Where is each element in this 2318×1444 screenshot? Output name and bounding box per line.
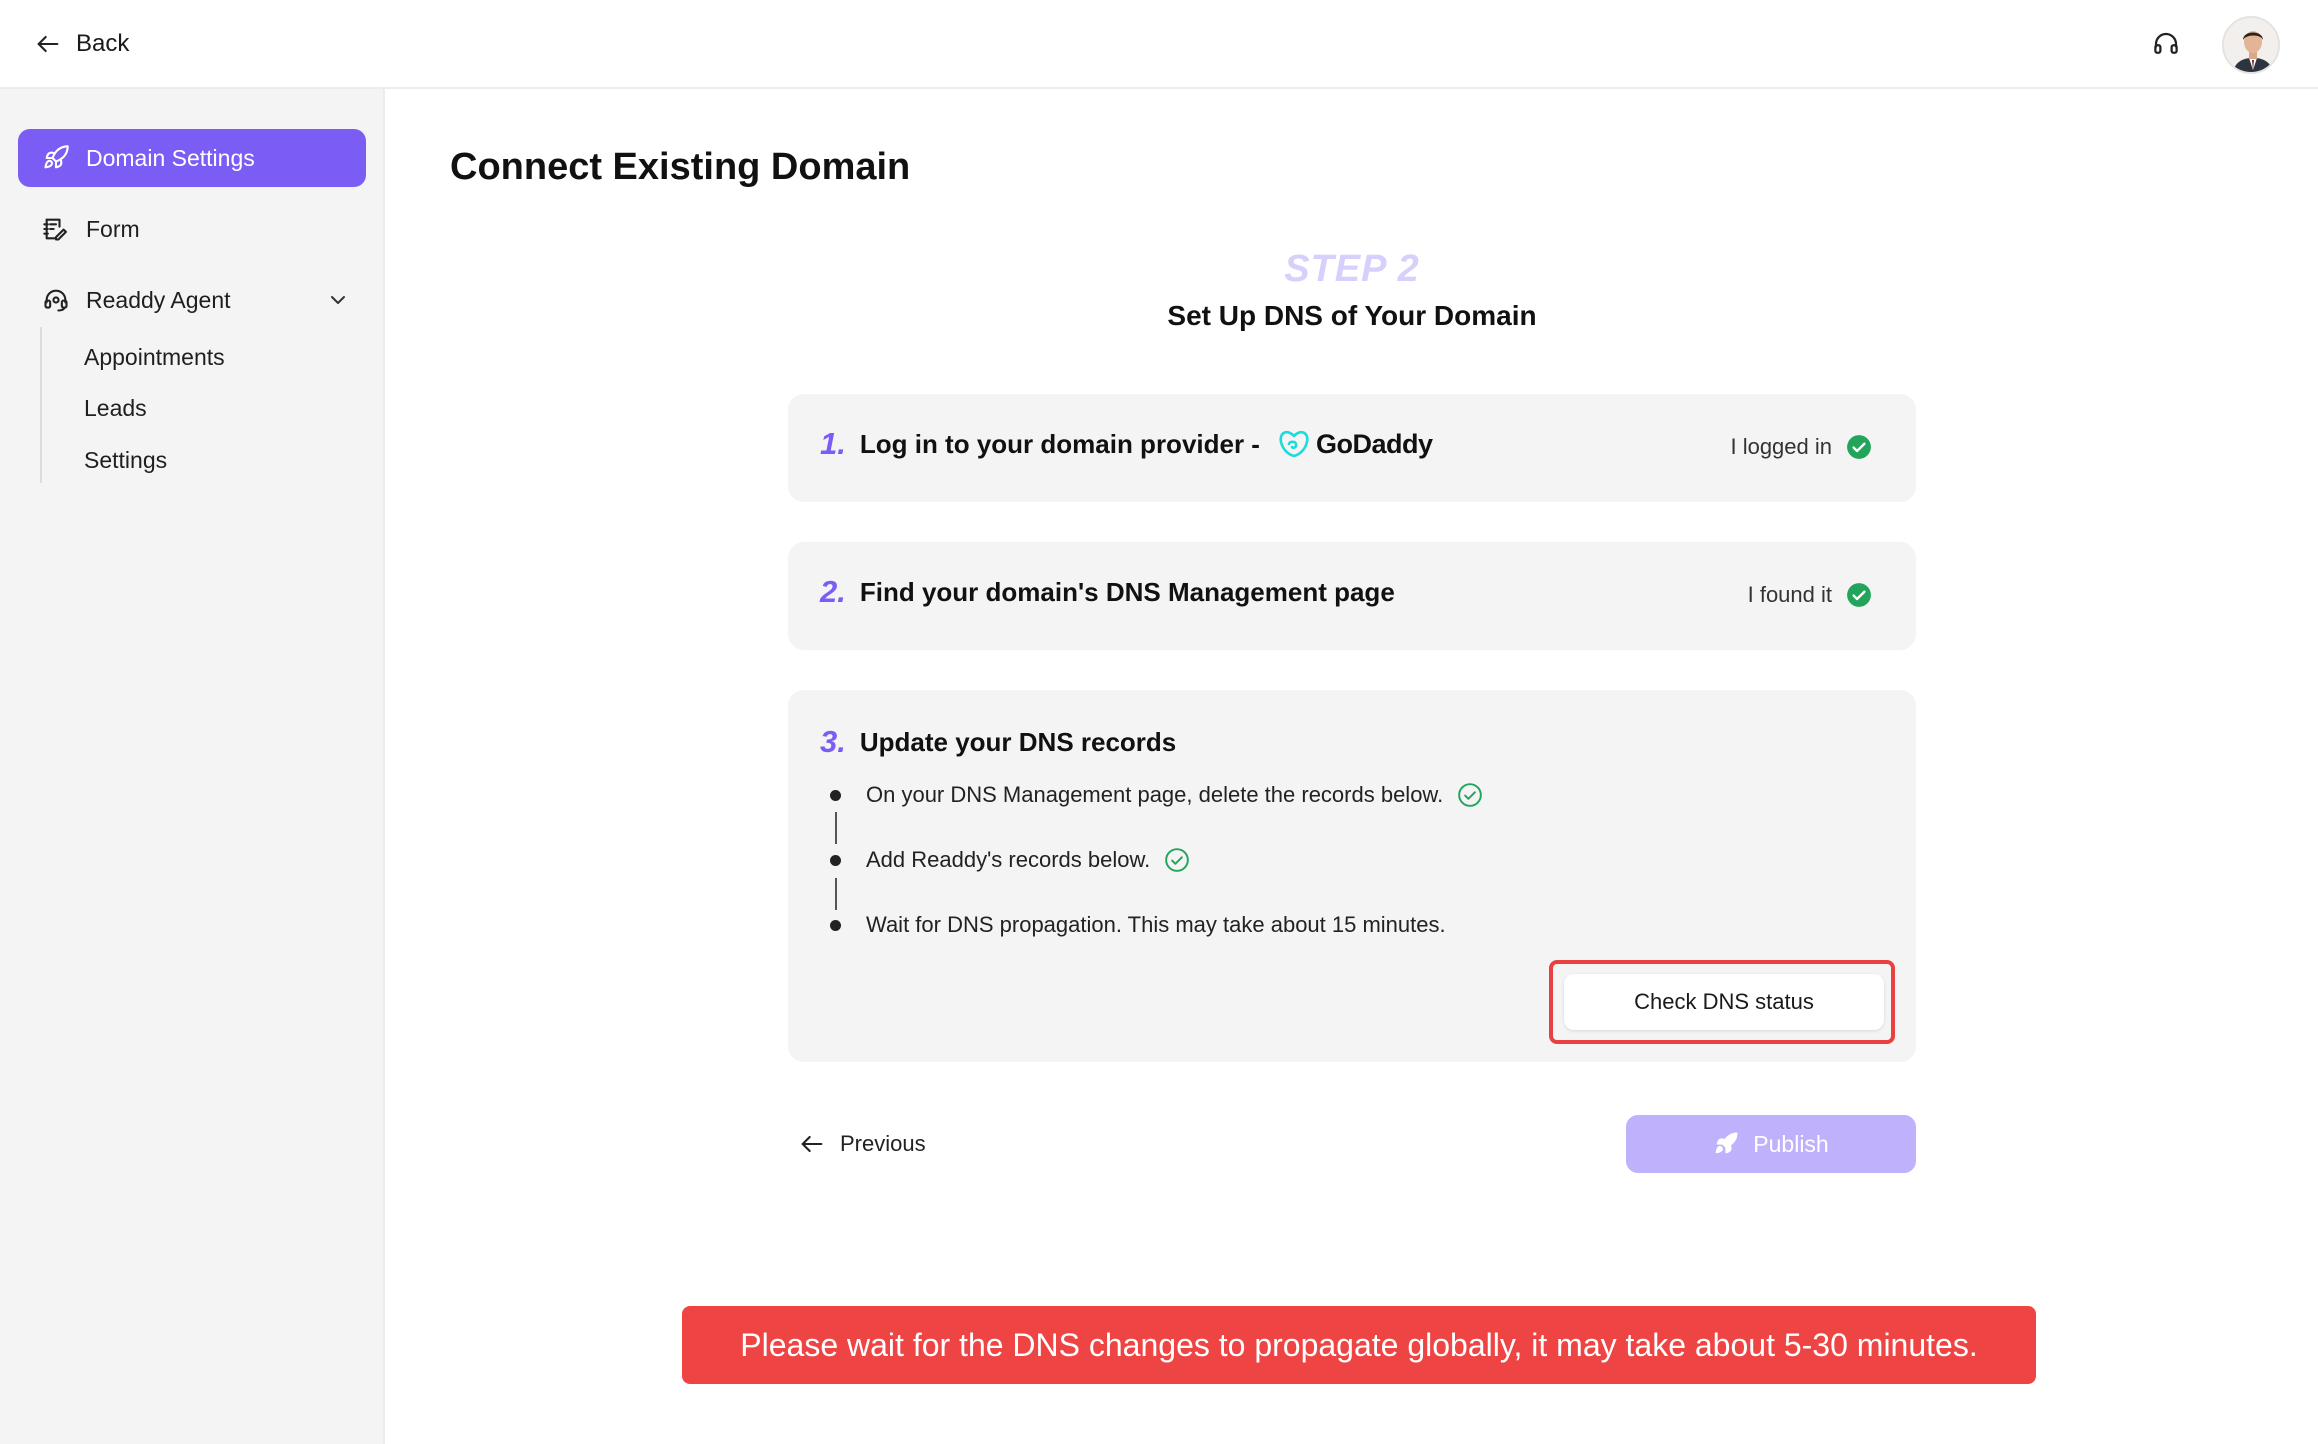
support-button[interactable] <box>2148 26 2184 62</box>
publish-button[interactable]: Publish <box>1626 1115 1916 1173</box>
sidebar-item-readdy-agent[interactable]: Readdy Agent <box>18 271 366 329</box>
step-card-login: 1. Log in to your domain provider - GoDa… <box>788 394 1916 502</box>
step-heading: 1. Log in to your domain provider - GoDa… <box>820 426 1433 462</box>
list-item: Add Readdy's records below. <box>866 847 1190 873</box>
godaddy-logo: GoDaddy <box>1278 429 1433 460</box>
bullet-dot <box>830 790 841 801</box>
sidebar-subitem-appointments[interactable]: Appointments <box>84 339 225 375</box>
sidebar-subitem-settings[interactable]: Settings <box>84 442 167 478</box>
provider-name: GoDaddy <box>1315 428 1433 459</box>
propagation-notice-banner: Please wait for the DNS changes to propa… <box>682 1306 2036 1384</box>
bullet-label: Wait for DNS propagation. This may take … <box>866 912 1446 937</box>
back-button[interactable]: Back <box>34 26 129 62</box>
chevron-down-icon[interactable] <box>326 288 350 312</box>
arrow-left-icon <box>37 35 59 53</box>
check-circle-outline-icon <box>1165 848 1190 872</box>
previous-label: Previous <box>840 1131 926 1156</box>
top-header: Back <box>0 0 2318 89</box>
sidebar-item-domain-settings[interactable]: Domain Settings <box>18 129 366 187</box>
user-avatar[interactable] <box>2222 16 2280 74</box>
form-edit-icon <box>43 218 67 241</box>
sidebar: Domain Settings Form Readdy Agent Appoin… <box>0 89 385 1444</box>
sidebar-subitem-leads[interactable]: Leads <box>84 390 147 426</box>
bullet-connector <box>835 878 837 910</box>
arrow-left-icon <box>801 1135 823 1153</box>
rocket-icon <box>1715 1132 1738 1154</box>
godaddy-icon <box>1279 430 1309 458</box>
list-item: On your DNS Management page, delete the … <box>866 782 1483 808</box>
bullet-dot <box>830 855 841 866</box>
bullet-label: On your DNS Management page, delete the … <box>866 782 1444 807</box>
step-label: STEP 2 <box>1284 248 1420 290</box>
list-item: Wait for DNS propagation. This may take … <box>866 912 1446 938</box>
step-title: Set Up DNS of Your Domain <box>1167 300 1537 331</box>
bullet-dot <box>830 920 841 931</box>
sidebar-item-label: Form <box>86 215 140 242</box>
back-label: Back <box>76 30 130 57</box>
found-it-confirmation[interactable]: I found it <box>1748 582 1872 608</box>
sidebar-item-label: Domain Settings <box>86 144 255 171</box>
check-circle-outline-icon <box>1458 783 1483 807</box>
previous-button[interactable]: Previous <box>798 1126 926 1162</box>
sidebar-item-label: Readdy Agent <box>86 286 231 313</box>
logged-in-confirmation[interactable]: I logged in <box>1730 434 1872 460</box>
check-circle-icon <box>1847 583 1871 607</box>
bullet-connector <box>835 812 837 844</box>
status-label: I found it <box>1747 582 1832 607</box>
check-dns-status-button[interactable]: Check DNS status <box>1564 974 1884 1030</box>
publish-label: Publish <box>1753 1130 1829 1157</box>
headset-icon <box>2154 32 2178 54</box>
page-title: Connect Existing Domain <box>450 146 911 188</box>
avatar-image <box>2224 18 2278 72</box>
bullet-label: Add Readdy's records below. <box>866 847 1151 872</box>
step-number: 3. <box>820 724 846 759</box>
step-title-text: Find your domain's DNS Management page <box>859 576 1395 607</box>
step-title-text: Update your DNS records <box>859 726 1177 757</box>
status-label: I logged in <box>1730 434 1832 459</box>
step-title-text: Log in to your domain provider - <box>859 428 1260 459</box>
step-number: 1. <box>820 426 846 461</box>
check-circle-icon <box>1847 435 1871 459</box>
sidebar-item-form[interactable]: Form <box>18 200 366 258</box>
rocket-icon <box>44 145 69 169</box>
step-heading: 2. Find your domain's DNS Management pag… <box>820 574 1395 610</box>
step-number: 2. <box>820 574 846 609</box>
submenu-divider <box>40 327 42 483</box>
agent-headset-icon <box>44 289 68 312</box>
step-heading: 3. Update your DNS records <box>820 724 1176 760</box>
step-card-dns-page: 2. Find your domain's DNS Management pag… <box>788 542 1916 650</box>
